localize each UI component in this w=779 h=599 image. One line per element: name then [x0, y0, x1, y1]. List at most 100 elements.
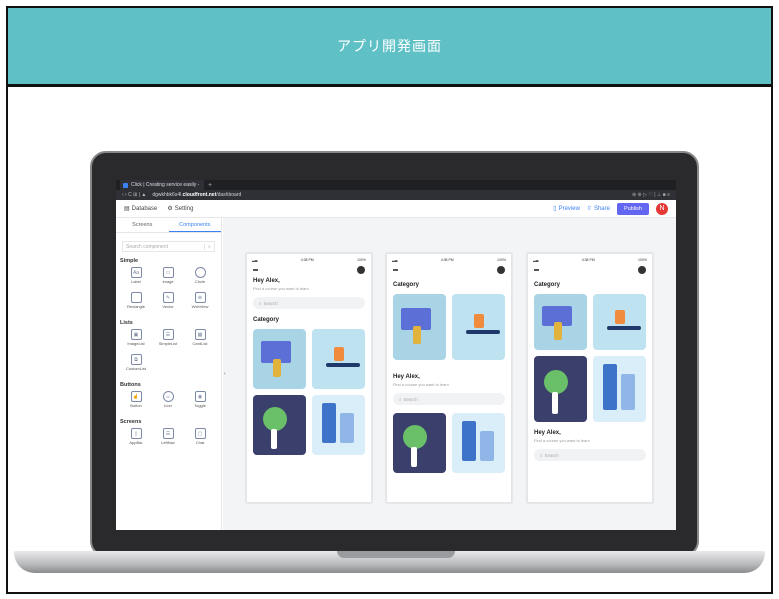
section-lists: Lists [120, 320, 133, 326]
avatar [638, 266, 646, 274]
category-card-2[interactable] [452, 294, 505, 360]
favicon-icon [123, 182, 128, 188]
browser-tabbar: Click | Creating service easily - + [116, 180, 676, 190]
component-label[interactable]: Aa Label [122, 267, 150, 289]
greeting: Hey Alex, [253, 278, 280, 284]
category-heading: Category [253, 317, 280, 323]
greeting: Hey Alex, [393, 374, 420, 380]
tab-title: Click | Creating service easily - [131, 182, 200, 188]
signal-icon: ▂▃ [533, 258, 539, 262]
category-card-1[interactable] [253, 329, 306, 389]
laptop-notch [337, 551, 455, 558]
component-chat[interactable]: ▢ Chat [186, 428, 214, 450]
phone-screen-3[interactable]: ▂▃ 4:38 PM 100% Category Hey Alex, Find a … [527, 253, 653, 503]
category-heading: Category [393, 282, 420, 288]
appbar-icon: ▯ [130, 428, 142, 439]
search-input[interactable]: ⌕ Search [534, 449, 646, 461]
phone-icon: ▯ [553, 206, 557, 212]
search-input[interactable]: Search component ⌕ [122, 241, 215, 252]
avatar [357, 266, 365, 274]
category-heading: Category [534, 282, 561, 288]
design-canvas[interactable]: ▂▃ 4:38 PM 100% Hey Alex, Find a course yo… [223, 218, 676, 530]
component-leftnav[interactable]: ☰ LeftNav [154, 428, 182, 450]
new-tab-button[interactable]: + [208, 182, 212, 189]
browser-tab[interactable]: Click | Creating service easily - [120, 180, 204, 190]
component-simplelist[interactable]: ☰ SimpleList [154, 329, 182, 351]
cardlist-icon: ▦ [194, 329, 206, 340]
preview-button[interactable]: ▯ Preview [553, 205, 580, 213]
share-icon: ⇧ [586, 206, 592, 212]
collapse-sidebar-icon[interactable]: ‹ [224, 371, 226, 377]
database-button[interactable]: ▤ Database [124, 205, 157, 213]
list-icon: ☰ [162, 329, 174, 340]
category-card-4[interactable] [593, 356, 646, 422]
publish-button[interactable]: Publish [616, 202, 649, 215]
component-cardlist[interactable]: ▦ CardList [186, 329, 214, 351]
app-header: ▤ Database ⚙ Setting ▯ Preview ⇧ Share Publi… [116, 200, 676, 218]
toggle-icon: ◉ [194, 391, 206, 402]
category-card-4[interactable] [452, 413, 505, 473]
signal-icon: ▂▃ [392, 258, 398, 262]
circle-icon [194, 267, 206, 278]
phone-screen-2[interactable]: ▂▃ 4:38 PM 100% Category Hey Alex, Find a … [386, 253, 512, 503]
greeting-subtitle: Find a course you want to learn [253, 286, 309, 291]
component-image[interactable]: ▭ Image [154, 267, 182, 289]
category-card-4[interactable] [312, 395, 365, 455]
component-imagelist[interactable]: ▣ ImageList [122, 329, 150, 351]
search-icon[interactable]: ⌕ [204, 243, 214, 250]
category-card-3[interactable] [253, 395, 306, 455]
category-card-1[interactable] [393, 294, 446, 360]
signal-icon: ▂▃ [252, 258, 258, 262]
browser-toolbar-icons[interactable]: ⊕ ⊛ ▷ ♡ | ⊥ ■ ≡ [632, 192, 670, 198]
menu-icon [393, 269, 398, 271]
category-card-3[interactable] [393, 413, 446, 473]
component-button[interactable]: ☝ Button [122, 391, 150, 413]
search-input[interactable]: ⌕ Search [393, 393, 505, 405]
category-card-1[interactable] [534, 294, 587, 350]
component-appbar[interactable]: ▯ AppBar [122, 428, 150, 450]
section-simple: Simple [120, 258, 139, 264]
tap-icon: ☝ [130, 391, 142, 402]
imagelist-icon: ▣ [130, 329, 142, 340]
section-buttons: Buttons [120, 382, 141, 388]
category-card-2[interactable] [593, 294, 646, 350]
menu-icon [253, 269, 258, 271]
setting-button[interactable]: ⚙ Setting [167, 205, 193, 213]
smile-icon: ☺ [162, 391, 174, 402]
component-icon[interactable]: ☺ Icon [154, 391, 182, 413]
greeting: Hey Alex, [534, 430, 561, 436]
component-customlist[interactable]: ⧉ CustomList [122, 354, 150, 376]
tab-components[interactable]: Components [168, 218, 221, 232]
avatar [497, 266, 505, 274]
gear-icon: ⚙ [167, 206, 173, 212]
component-circle[interactable]: Circle [186, 267, 214, 289]
search-icon: ⌕ [399, 396, 402, 402]
component-toggle[interactable]: ◉ Toggle [186, 391, 214, 413]
text-icon: Aa [130, 267, 142, 278]
greeting-subtitle: Find a course you want to learn [534, 438, 590, 443]
components-sidebar: Screens Components Search component ⌕ Sim… [116, 218, 222, 530]
section-screens: Screens [120, 419, 142, 425]
avatar[interactable]: N [656, 202, 668, 215]
component-vector[interactable]: ✎ Vector [154, 292, 182, 314]
category-card-3[interactable] [534, 356, 587, 422]
search-input[interactable]: ⌕ Search [253, 297, 365, 309]
database-icon: ▤ [124, 206, 130, 212]
nav-controls[interactable]: ‹ › C ⊞ | ▲ [122, 192, 146, 198]
category-card-2[interactable] [312, 329, 365, 389]
tab-screens[interactable]: Screens [116, 218, 169, 232]
chat-icon: ▢ [194, 428, 206, 439]
share-button[interactable]: ⇧ Share [586, 205, 610, 213]
menu-icon [534, 269, 539, 271]
image-icon: ▭ [162, 267, 174, 278]
component-rectangle[interactable]: Rectangle [122, 292, 150, 314]
webview-icon: ⊕ [194, 292, 206, 303]
vector-icon: ✎ [162, 292, 174, 303]
search-icon: ⌕ [259, 300, 262, 306]
customlist-icon: ⧉ [130, 354, 142, 365]
leftnav-icon: ☰ [162, 428, 174, 439]
banner-title: アプリ開発画面 [8, 8, 771, 87]
url-field[interactable]: dgwkhbk6s4l.cloudfront.net/dashboard [152, 192, 241, 198]
phone-screen-1[interactable]: ▂▃ 4:38 PM 100% Hey Alex, Find a course yo… [246, 253, 372, 503]
component-webview[interactable]: ⊕ WebView [186, 292, 214, 314]
